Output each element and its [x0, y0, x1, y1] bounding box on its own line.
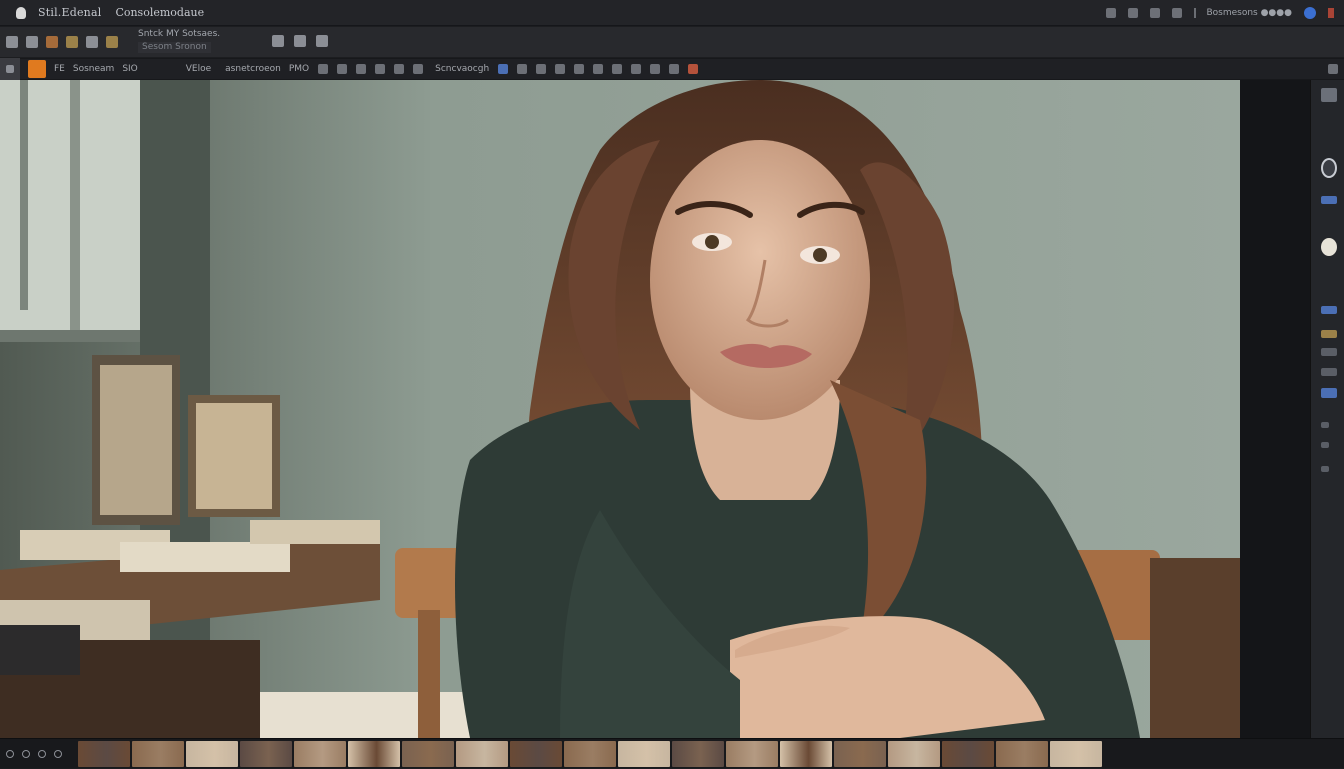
- share-icon[interactable]: [1172, 7, 1183, 18]
- properties-icon[interactable]: [1321, 368, 1337, 376]
- heal-icon[interactable]: [669, 64, 680, 74]
- stamp-icon[interactable]: [356, 64, 367, 74]
- filmstrip-thumbnail[interactable]: [78, 741, 130, 767]
- status-text: Bosmesons ●●●●: [1194, 7, 1292, 18]
- filmstrip-thumbnail[interactable]: [132, 741, 184, 767]
- titlebar-right: Bosmesons ●●●●: [1106, 6, 1334, 19]
- zoom-icon[interactable]: [612, 64, 623, 74]
- option-icon[interactable]: [1321, 422, 1329, 428]
- document-title: Consolemodaue: [115, 6, 205, 19]
- filmstrip-thumbnail[interactable]: [780, 741, 832, 767]
- app-icon[interactable]: [16, 6, 26, 19]
- filmstrip-thumbnail[interactable]: [402, 741, 454, 767]
- toolbar-group-left: [6, 36, 118, 48]
- info-icon[interactable]: [54, 750, 62, 758]
- filmstrip: [0, 738, 1344, 768]
- layer-color-icon[interactable]: [688, 64, 699, 74]
- option-pmo[interactable]: PMO: [289, 64, 309, 74]
- filmstrip-controls: [0, 739, 76, 769]
- open-icon[interactable]: [46, 36, 58, 48]
- lasso-icon[interactable]: [375, 64, 386, 74]
- mask-panel-icon[interactable]: [1321, 388, 1337, 398]
- history-icon[interactable]: [1321, 348, 1337, 356]
- title-bar: Stil.Edenal Consolemodaue Bosmesons ●●●●: [0, 0, 1344, 26]
- eyedropper-icon[interactable]: [631, 64, 642, 74]
- filmstrip-thumbnail[interactable]: [672, 741, 724, 767]
- export-icon[interactable]: [106, 36, 118, 48]
- toolbar-info-line2: Sesom Sronon: [138, 42, 211, 53]
- canvas-pasteboard: [1240, 80, 1310, 738]
- option-icon[interactable]: [1321, 466, 1329, 472]
- brush-preview-icon[interactable]: [1321, 158, 1337, 178]
- filmstrip-thumbnail[interactable]: [888, 741, 940, 767]
- adjustment-icon[interactable]: [1321, 238, 1337, 256]
- filmstrip-thumbnail[interactable]: [564, 741, 616, 767]
- filmstrip-thumbnail[interactable]: [456, 741, 508, 767]
- filmstrip-thumbnail[interactable]: [1050, 741, 1102, 767]
- toolbar-group-mid: [272, 35, 328, 47]
- notification-icon[interactable]: [1328, 7, 1334, 18]
- channel-icon[interactable]: [1321, 306, 1337, 314]
- photo-image: [0, 80, 1240, 738]
- grid-view-icon[interactable]: [6, 750, 14, 758]
- wand-icon[interactable]: [394, 64, 405, 74]
- option-preset[interactable]: asnetcroeon: [225, 64, 281, 74]
- hand-icon[interactable]: [593, 64, 604, 74]
- color-picker-icon[interactable]: [498, 64, 509, 74]
- app-title: Stil.Edenal: [38, 6, 102, 19]
- option-size[interactable]: SIO: [122, 64, 137, 74]
- forward-icon[interactable]: [26, 36, 38, 48]
- pen-icon[interactable]: [574, 64, 585, 74]
- selection-tool-button[interactable]: [0, 58, 20, 80]
- right-panel: [1310, 80, 1344, 738]
- fill-icon[interactable]: [517, 64, 528, 74]
- folder-icon[interactable]: [66, 36, 78, 48]
- save-icon[interactable]: [86, 36, 98, 48]
- user-icon[interactable]: [1150, 7, 1161, 18]
- filmstrip-thumbnail[interactable]: [726, 741, 778, 767]
- brush-icon[interactable]: [318, 64, 329, 74]
- filmstrip-thumbnail[interactable]: [510, 741, 562, 767]
- layout-icon[interactable]: [1128, 7, 1139, 18]
- option-view[interactable]: VEloe: [186, 64, 211, 74]
- account-badge-icon[interactable]: [1304, 6, 1316, 19]
- filmstrip-thumbnail[interactable]: [942, 741, 994, 767]
- thumbnail-strip: [78, 741, 1102, 767]
- option-blend[interactable]: Scncvaocgh: [435, 64, 489, 74]
- layer-blue-icon[interactable]: [1321, 196, 1337, 204]
- text-icon[interactable]: [536, 64, 547, 74]
- filmstrip-thumbnail[interactable]: [348, 741, 400, 767]
- back-icon[interactable]: [6, 36, 18, 48]
- panel-tab-icon[interactable]: [1321, 88, 1337, 102]
- gradient-icon[interactable]: [413, 64, 424, 74]
- window-icon[interactable]: [1106, 7, 1117, 18]
- filmstrip-thumbnail[interactable]: [618, 741, 670, 767]
- folder-layer-icon[interactable]: [1321, 330, 1337, 338]
- option-fe[interactable]: FE: [54, 64, 65, 74]
- mask-icon[interactable]: [650, 64, 661, 74]
- filmstrip-thumbnail[interactable]: [240, 741, 292, 767]
- move-icon: [6, 65, 14, 73]
- next-icon[interactable]: [38, 750, 46, 758]
- options-bar: FE Sosneam SIO VEloe asnetcroeon PMO Scn…: [0, 58, 1344, 80]
- eraser-icon[interactable]: [337, 64, 348, 74]
- filmstrip-thumbnail[interactable]: [294, 741, 346, 767]
- option-mode[interactable]: Sosneam: [73, 64, 114, 74]
- shape-icon[interactable]: [555, 64, 566, 74]
- filmstrip-thumbnail[interactable]: [996, 741, 1048, 767]
- panel-menu-icon[interactable]: [1328, 64, 1338, 74]
- document-canvas[interactable]: [0, 80, 1240, 738]
- settings-icon[interactable]: [294, 35, 306, 47]
- filmstrip-thumbnail[interactable]: [186, 741, 238, 767]
- pin-icon[interactable]: [316, 35, 328, 47]
- link-icon[interactable]: [272, 35, 284, 47]
- option-icon[interactable]: [1321, 442, 1329, 448]
- filmstrip-thumbnail[interactable]: [834, 741, 886, 767]
- main-toolbar: Sntck MY Sotsaes. Sesom Sronon: [0, 27, 1344, 57]
- prev-icon[interactable]: [22, 750, 30, 758]
- crop-tool-icon[interactable]: [28, 60, 46, 78]
